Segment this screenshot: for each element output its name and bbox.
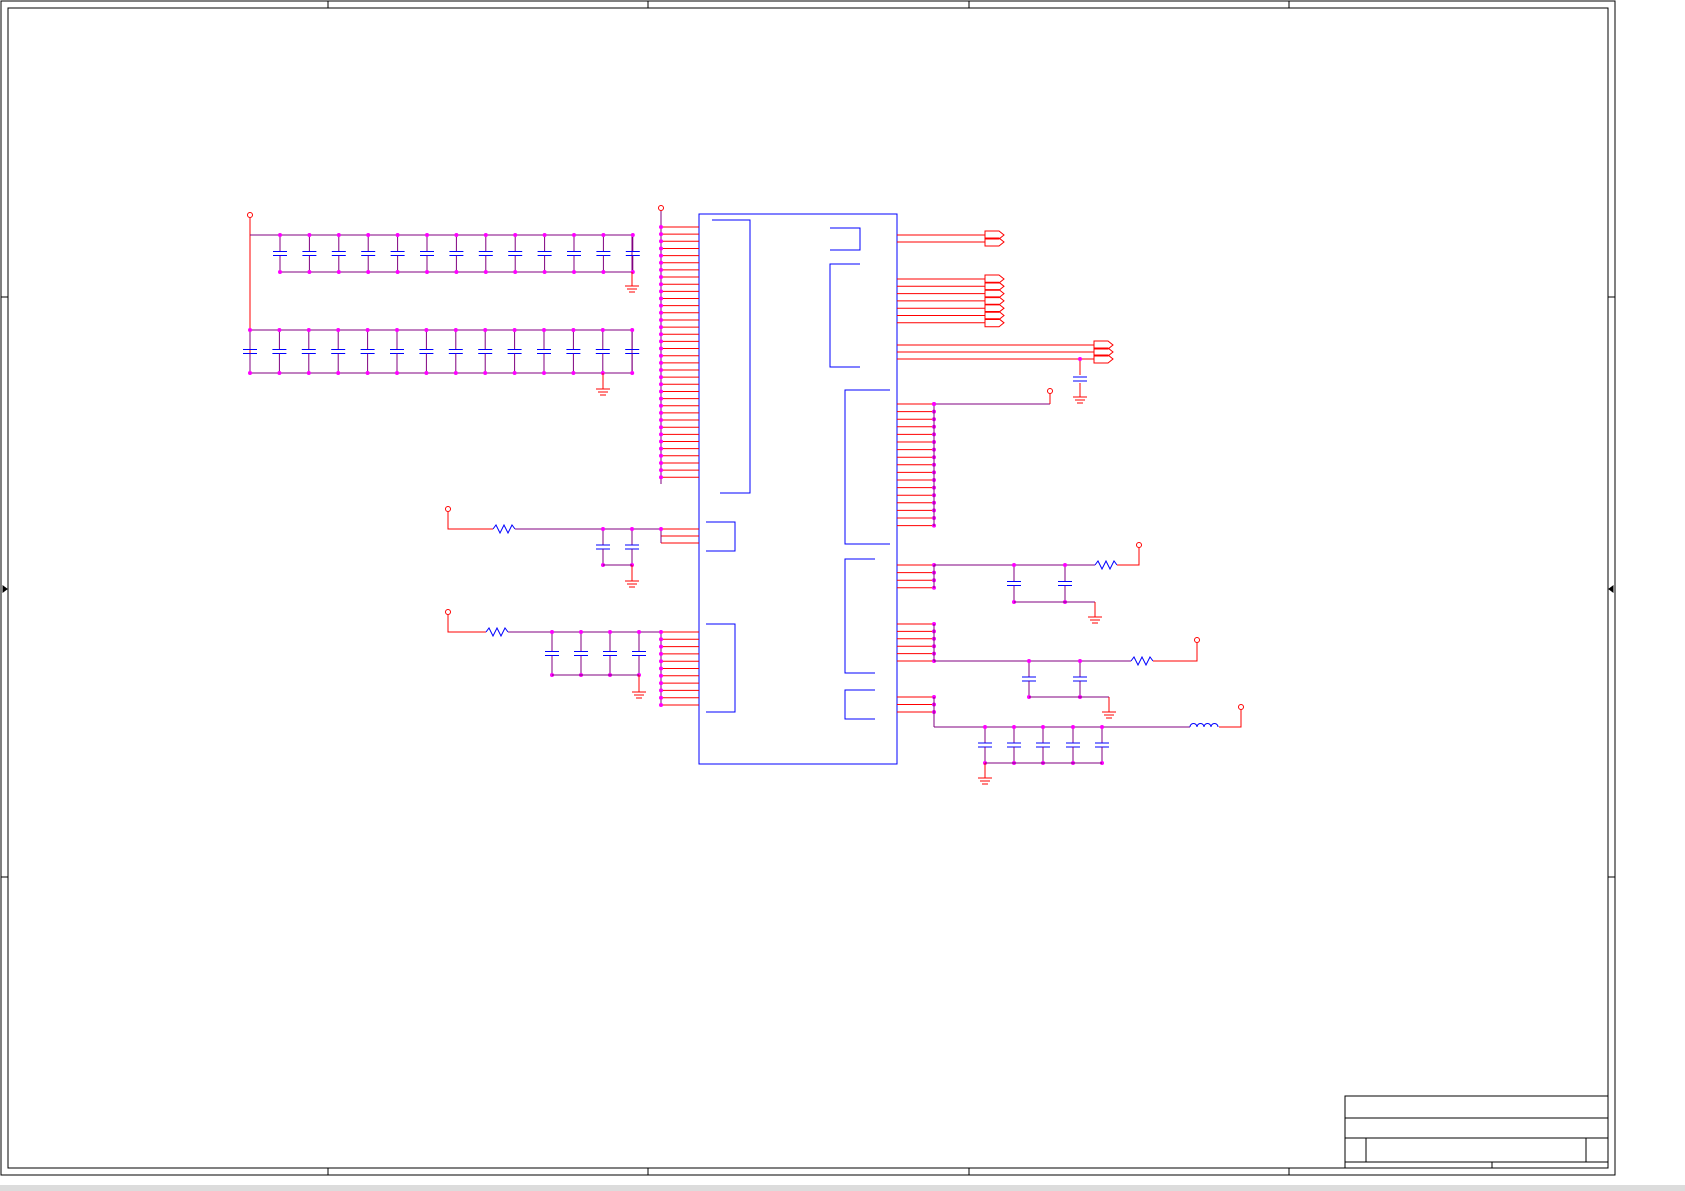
- right-filter-c: [933, 697, 1244, 785]
- power-pin-icon: [658, 205, 664, 211]
- capacitor-icon: [1036, 725, 1050, 765]
- capacitor-icon: [419, 328, 434, 375]
- power-pin-icon: [1047, 388, 1053, 394]
- sheet-frame: [0, 0, 1616, 1176]
- bottom-strip: [0, 1185, 1685, 1191]
- capacitor-row: [243, 328, 640, 375]
- power-pin-icon: [445, 609, 451, 615]
- right-filter-b: [933, 624, 1200, 719]
- capacitor-icon: [1066, 725, 1080, 765]
- capacitor-icon: [625, 233, 640, 274]
- capacitor-icon: [537, 233, 552, 274]
- capacitor-icon: [331, 328, 346, 375]
- capacitor-icon: [272, 328, 287, 375]
- capacitor-icon: [420, 233, 434, 274]
- capacitor-icon: [448, 328, 463, 375]
- left-pin-bus: [659, 225, 699, 480]
- ground-icon: [1088, 602, 1102, 624]
- right-pin-bus: [897, 234, 1094, 714]
- resistor-icon: [1094, 559, 1118, 571]
- power-pin-icon: [1194, 637, 1200, 643]
- decoupling-bank-2: [243, 328, 640, 396]
- resistor-icon: [492, 523, 516, 535]
- capacitor-icon: [331, 233, 346, 274]
- capacitor-icon: [390, 328, 404, 375]
- capacitor-icon: [478, 328, 493, 375]
- filter2-pin-bus: [659, 630, 699, 707]
- capacitor-icon: [1007, 563, 1021, 604]
- schematic-sheet: [0, 0, 1685, 1191]
- capacitor-icon: [566, 328, 581, 375]
- capacitor-icon: [574, 630, 588, 677]
- ground-icon: [978, 763, 992, 785]
- capacitor-icon: [1095, 725, 1109, 765]
- power-pin-icon: [445, 506, 451, 512]
- capacitor-icon: [478, 233, 493, 274]
- offpage-connectors: [984, 230, 1114, 404]
- ground-icon: [596, 373, 610, 396]
- ic-body: [698, 213, 898, 765]
- capacitor-icon: [625, 527, 639, 567]
- capacitor-icon: [1022, 659, 1036, 699]
- capacitor-icon: [596, 233, 611, 274]
- ground-icon: [625, 272, 639, 293]
- capacitor-icon: [1073, 659, 1087, 699]
- capacitor-icon: [1058, 563, 1072, 604]
- filter-network-2: [445, 609, 699, 707]
- capacitor-pair: [1007, 563, 1072, 604]
- capacitor-icon: [390, 233, 405, 274]
- capacitor-icon: [603, 630, 617, 677]
- title-block: [1344, 1095, 1609, 1169]
- inductor-icon: [1189, 723, 1219, 728]
- capacitor-icon: [596, 527, 610, 567]
- capacitor-icon: [537, 328, 551, 375]
- capacitor-icon: [978, 725, 992, 765]
- capacitor-icon: [545, 630, 559, 677]
- ground-icon: [625, 565, 639, 588]
- capacitor-icon: [301, 328, 316, 375]
- filter-network-1: [445, 506, 699, 588]
- capacitor-icon: [1073, 376, 1087, 382]
- main-ic: [658, 205, 1094, 765]
- capacitor-icon: [449, 233, 464, 274]
- right-bus-network: [932, 388, 1053, 526]
- right-filter-a: [933, 542, 1142, 624]
- capacitor-row: [273, 233, 640, 274]
- offpage-connector-icon: [984, 230, 1114, 364]
- power-pin-icon: [247, 212, 253, 218]
- capacitor-icon: [632, 630, 646, 677]
- decoupling-bank-1: [247, 212, 640, 373]
- capacitor-icon: [1007, 725, 1021, 765]
- capacitor-icon: [361, 233, 376, 274]
- power-pin-icon: [1136, 542, 1142, 548]
- ground-icon: [1102, 697, 1116, 719]
- capacitor-icon: [508, 233, 523, 274]
- capacitor-pair: [1022, 659, 1087, 699]
- ground-icon: [632, 675, 646, 699]
- capacitor-icon: [302, 233, 317, 274]
- capacitor-row: [978, 725, 1109, 765]
- capacitor-icon: [507, 328, 522, 375]
- resistor-icon: [485, 626, 509, 638]
- pin-groups: [706, 219, 890, 720]
- capacitor-icon: [273, 233, 287, 274]
- power-pin-icon: [1238, 704, 1244, 710]
- capacitor-icon: [360, 328, 375, 375]
- resistor-icon: [1130, 655, 1154, 667]
- ground-icon: [1073, 383, 1087, 404]
- capacitor-icon: [567, 233, 581, 274]
- capacitor-icon: [595, 328, 610, 375]
- capacitor-pair: [596, 527, 639, 567]
- capacitor-row: [545, 630, 646, 677]
